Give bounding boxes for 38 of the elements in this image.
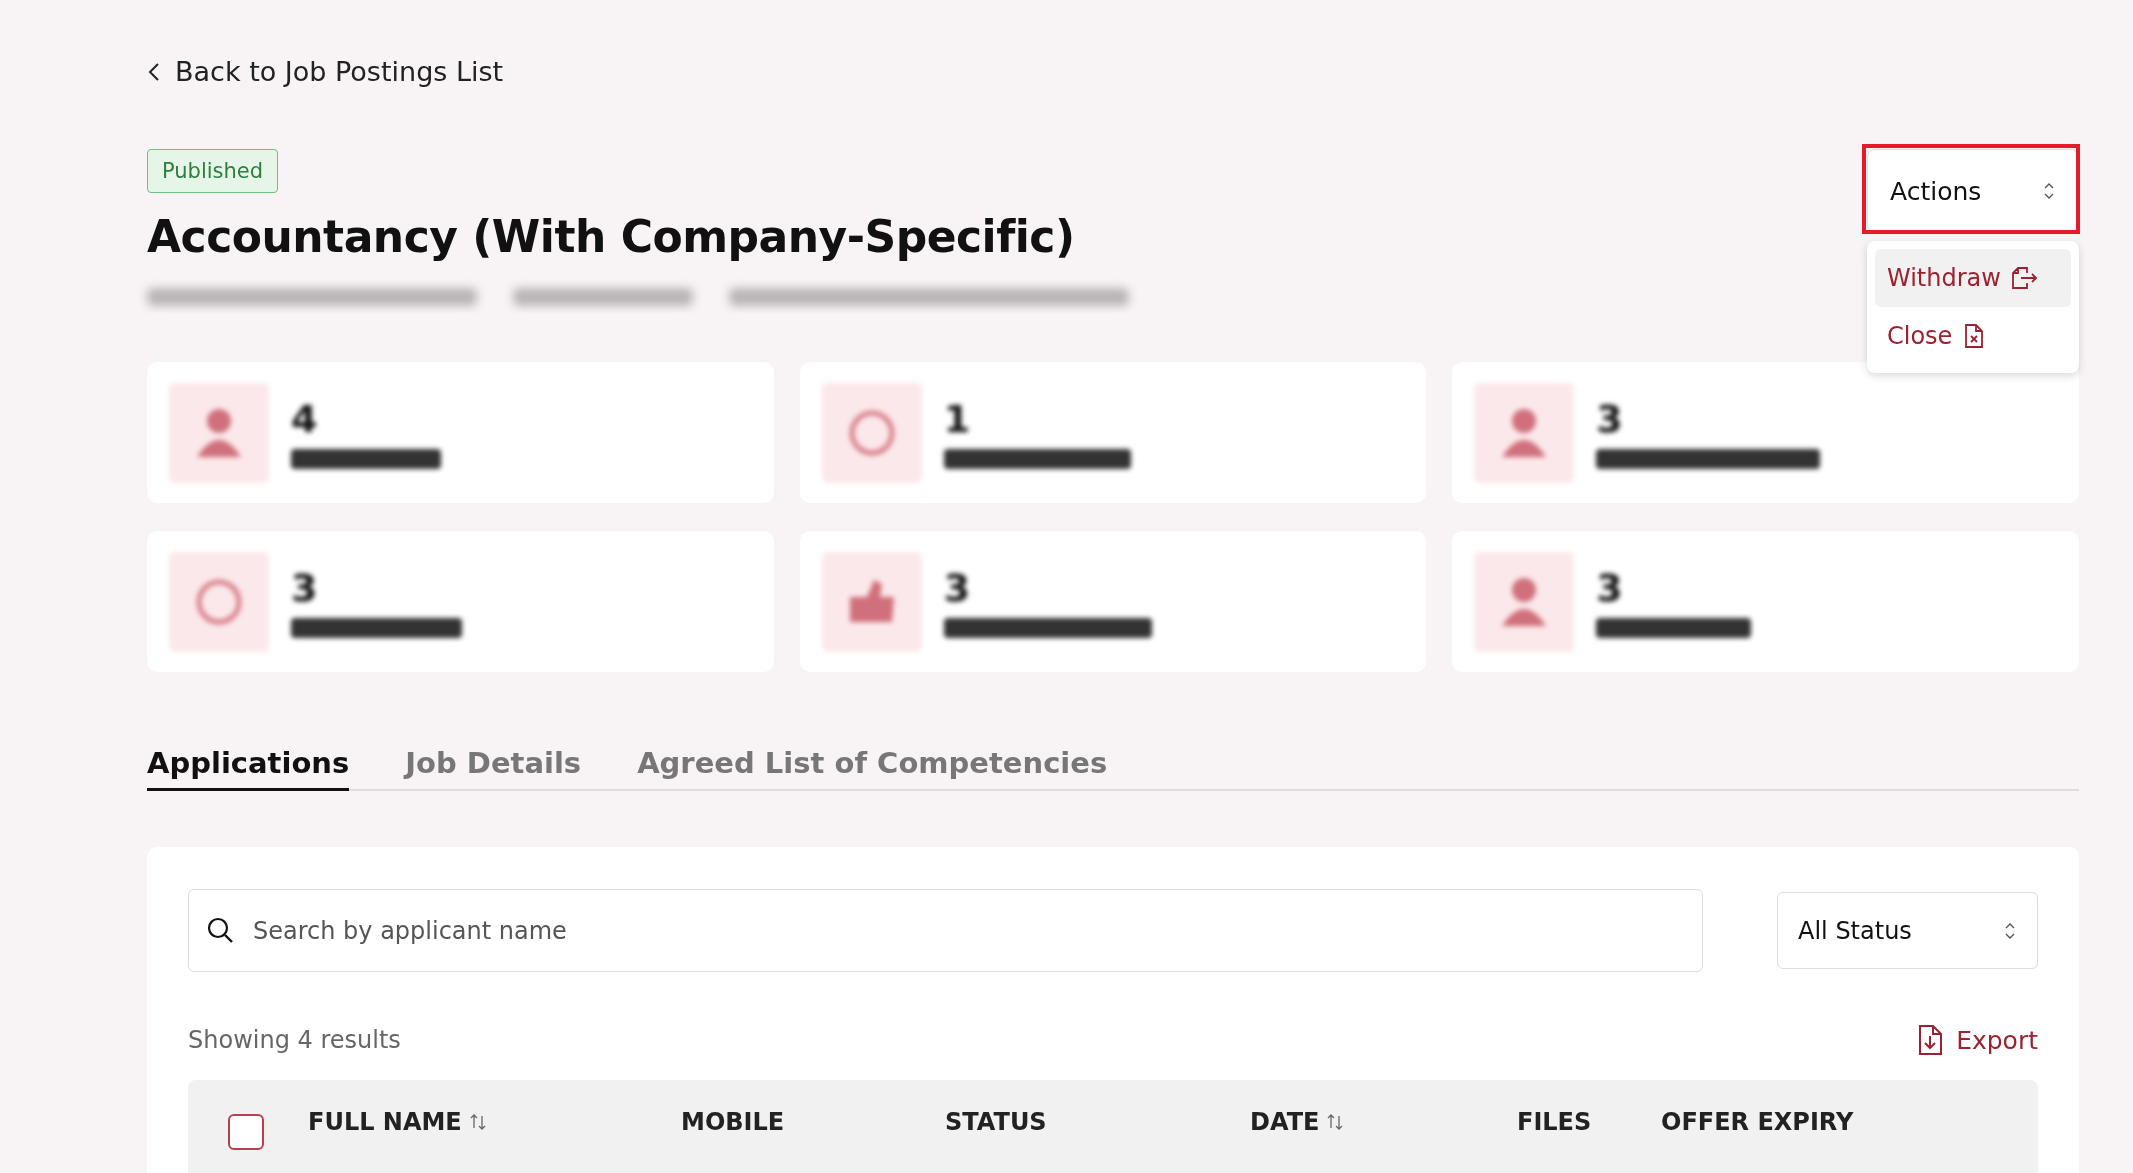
menu-item[interactable]: Close [1875, 307, 2071, 365]
stat-value: 3 [1596, 565, 1624, 610]
menu-item[interactable]: Withdraw [1875, 249, 2071, 307]
column-header: OFFER EXPIRY [1661, 1108, 1854, 1136]
stat-icon [1474, 551, 1575, 652]
stat-value: 4 [291, 396, 319, 441]
stat-icon [821, 551, 922, 652]
status-badge: Published [147, 149, 279, 193]
stat-icon [1474, 382, 1575, 483]
search-field[interactable]: Search by applicant name [188, 889, 1703, 972]
export-button[interactable]: Export [1916, 1024, 2038, 1056]
page-title: Accountancy (With Company-Specific) [147, 211, 1076, 262]
search-icon [206, 916, 234, 944]
chevron-left-icon [147, 60, 161, 83]
column-header: FULL NAME [308, 1108, 462, 1136]
status-select[interactable]: All Status [1777, 892, 2038, 969]
sort-icon[interactable] [469, 1112, 486, 1132]
results-count: Showing 4 results [188, 1026, 401, 1054]
tab[interactable]: Agreed List of Competencies [637, 746, 1108, 791]
column-header: STATUS [945, 1108, 1047, 1136]
select-all-checkbox[interactable] [228, 1114, 264, 1150]
stat-icon [169, 551, 269, 652]
column-header: DATE [1250, 1108, 1320, 1136]
export-icon [2010, 265, 2039, 291]
tab[interactable]: Job Details [405, 746, 582, 791]
column-header: FILES [1517, 1108, 1592, 1136]
actions-dropdown[interactable]: Actions [1867, 149, 2079, 233]
sort-icon[interactable] [1327, 1112, 1344, 1132]
tab[interactable]: Applications [147, 746, 350, 791]
stat-value: 1 [943, 396, 972, 441]
file-download-icon [1916, 1024, 1945, 1056]
back-link[interactable]: Back to Job Postings List [147, 56, 504, 87]
stat-icon [169, 382, 269, 483]
stat-icon [821, 382, 922, 483]
column-header: MOBILE [681, 1108, 785, 1136]
stat-value: 3 [943, 565, 972, 610]
stat-value: 3 [1596, 396, 1624, 441]
stat-value: 3 [291, 565, 319, 610]
